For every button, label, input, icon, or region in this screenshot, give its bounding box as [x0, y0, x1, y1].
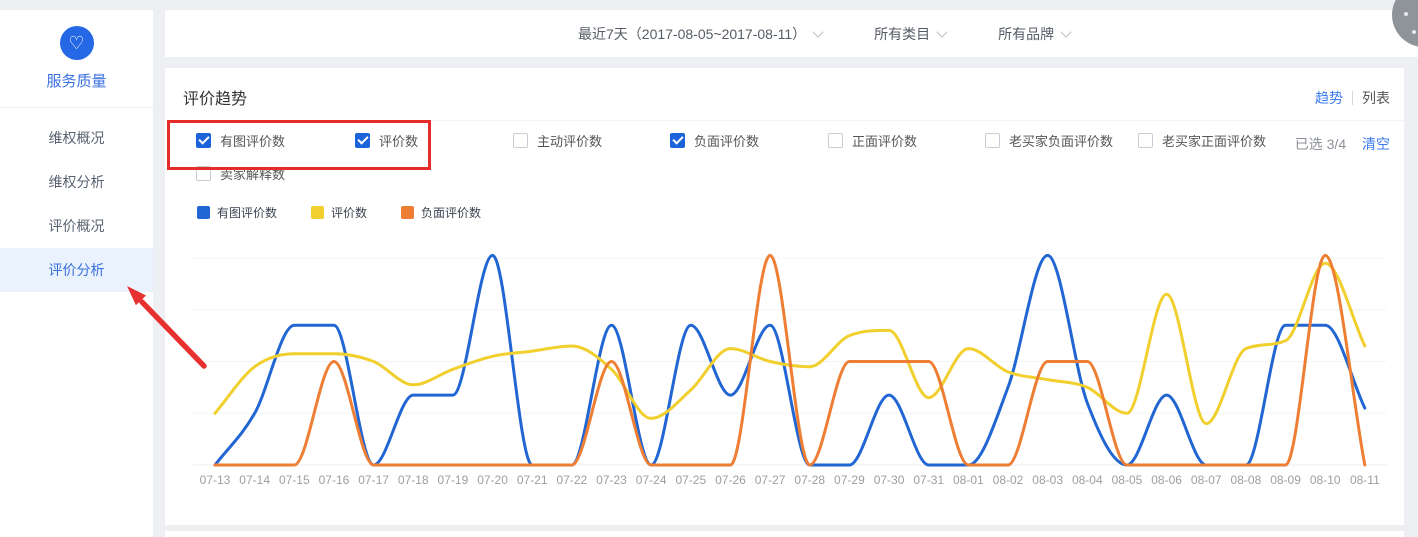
annotation-arrow	[115, 275, 215, 375]
checkbox-unchecked-icon[interactable]	[513, 133, 528, 148]
metric-checkbox-item[interactable]: 老买家负面评价数	[985, 132, 1113, 148]
x-axis-label: 08-04	[1072, 473, 1103, 487]
x-axis-label: 08-10	[1310, 473, 1341, 487]
x-axis-label: 07-15	[279, 473, 310, 487]
x-axis-label: 08-07	[1191, 473, 1222, 487]
x-axis-label: 07-21	[517, 473, 548, 487]
x-axis-label: 08-01	[953, 473, 984, 487]
checkmark-icon	[672, 133, 683, 144]
x-axis-label: 08-05	[1112, 473, 1143, 487]
x-axis-label: 08-03	[1032, 473, 1063, 487]
date-range-label: 最近7天（2017-08-05~2017-08-11）	[578, 24, 806, 44]
legend-item[interactable]: 评价数	[311, 204, 367, 221]
checkbox-unchecked-icon[interactable]	[985, 133, 1000, 148]
chart-legend: 有图评价数 评价数 负面评价数	[197, 204, 481, 221]
sidebar-brand: ♡ 服务质量	[0, 10, 153, 108]
sidebar-item[interactable]: 评价概况	[0, 204, 153, 248]
sidebar-brand-label: 服务质量	[0, 70, 153, 108]
legend-item[interactable]: 负面评价数	[401, 204, 481, 221]
metric-checkbox-label: 负面评价数	[694, 131, 759, 150]
sidebar-menu: 维权概况维权分析评价概况评价分析	[0, 116, 153, 292]
legend-label: 评价数	[331, 204, 367, 221]
next-panel-edge	[165, 531, 1404, 537]
x-axis-label: 07-17	[358, 473, 389, 487]
sidebar-item[interactable]: 维权概况	[0, 116, 153, 160]
metric-checkbox-item[interactable]: 主动评价数	[513, 132, 602, 148]
selected-count-label: 已选 3/4	[1295, 136, 1346, 152]
x-axis-label: 07-14	[239, 473, 270, 487]
category-filter-label: 所有类目	[874, 24, 930, 44]
metric-checkbox-label: 老买家正面评价数	[1162, 131, 1266, 150]
x-axis-label: 07-23	[596, 473, 627, 487]
date-range-dropdown[interactable]: 最近7天（2017-08-05~2017-08-11）	[578, 24, 822, 44]
page: { "sidebar": { "brand": {"label": "服务质量"…	[0, 0, 1418, 537]
x-axis-label: 08-02	[993, 473, 1024, 487]
legend-marker-icon	[401, 206, 414, 219]
x-axis-label: 07-28	[794, 473, 825, 487]
topbar: 最近7天（2017-08-05~2017-08-11） 所有类目 所有品牌	[165, 10, 1418, 57]
x-axis-label: 08-08	[1231, 473, 1262, 487]
series-line	[215, 255, 1365, 465]
sidebar: ♡ 服务质量 维权概况维权分析评价概况评价分析	[0, 10, 153, 537]
legend-marker-icon	[197, 206, 210, 219]
legend-marker-icon	[311, 206, 324, 219]
x-axis-label: 07-16	[319, 473, 350, 487]
brand-filter-label: 所有品牌	[998, 24, 1054, 44]
chevron-down-icon	[812, 26, 823, 37]
checkbox-unchecked-icon[interactable]	[1138, 133, 1153, 148]
checkbox-unchecked-icon[interactable]	[828, 133, 843, 148]
x-axis-label: 08-06	[1151, 473, 1182, 487]
x-axis-label: 07-30	[874, 473, 905, 487]
x-axis-label: 07-13	[200, 473, 231, 487]
x-axis-label: 08-09	[1270, 473, 1301, 487]
metric-checkbox-label: 正面评价数	[852, 131, 917, 150]
x-axis-label: 07-20	[477, 473, 508, 487]
x-axis-label: 08-11	[1350, 473, 1380, 487]
brand-filter-dropdown[interactable]: 所有品牌	[998, 24, 1070, 44]
x-axis-label: 07-26	[715, 473, 746, 487]
x-axis-label: 07-25	[675, 473, 706, 487]
widget-dot-icon	[1404, 12, 1408, 16]
x-axis-label: 07-19	[438, 473, 469, 487]
x-axis-label: 07-31	[913, 473, 944, 487]
metric-checkbox-item[interactable]: 正面评价数	[828, 132, 917, 148]
metric-checkbox-label: 老买家负面评价数	[1009, 131, 1113, 150]
legend-label: 负面评价数	[421, 204, 481, 221]
category-filter-dropdown[interactable]: 所有类目	[874, 24, 946, 44]
legend-label: 有图评价数	[217, 204, 277, 221]
checkbox-checked-icon[interactable]	[670, 133, 685, 148]
metric-checkbox-item[interactable]: 负面评价数	[670, 132, 759, 148]
x-axis-label: 07-18	[398, 473, 429, 487]
x-axis-label: 07-29	[834, 473, 865, 487]
metric-checkbox-label: 主动评价数	[537, 131, 602, 150]
metric-checkbox-item[interactable]: 老买家正面评价数	[1138, 132, 1266, 148]
clear-selection-link[interactable]: 清空	[1362, 136, 1390, 152]
sidebar-item[interactable]: 维权分析	[0, 160, 153, 204]
legend-item[interactable]: 有图评价数	[197, 204, 277, 221]
x-axis-label: 07-27	[755, 473, 786, 487]
heart-icon: ♡	[60, 26, 94, 60]
annotation-highlight-box	[167, 120, 431, 170]
x-axis-label: 07-22	[556, 473, 587, 487]
chevron-down-icon	[1060, 26, 1071, 37]
selection-summary: 已选 3/4 清空	[1295, 134, 1390, 154]
x-axis-label: 07-24	[636, 473, 667, 487]
chevron-down-icon	[936, 26, 947, 37]
widget-dot-icon	[1412, 30, 1416, 34]
